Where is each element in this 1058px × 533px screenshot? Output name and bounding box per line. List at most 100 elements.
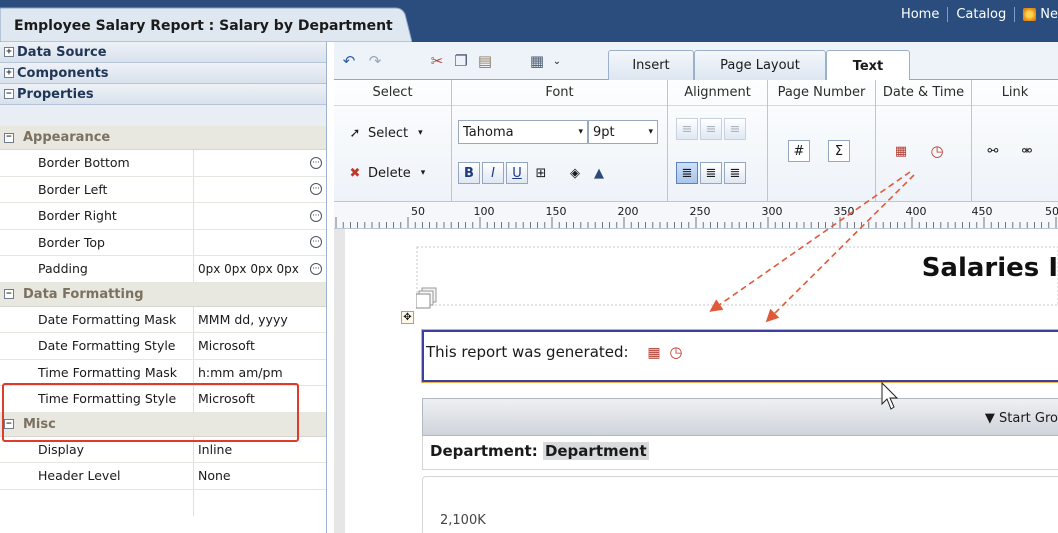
section-data-formatting[interactable]: − Data Formatting <box>0 282 326 307</box>
property-value[interactable]: ··· <box>194 177 326 203</box>
tab-insert[interactable]: Insert <box>608 50 694 80</box>
new-icon <box>1023 8 1037 21</box>
ellipsis-icon[interactable]: ··· <box>310 209 322 222</box>
property-row[interactable]: Time Formatting Mask h:mm am/pm <box>0 359 326 386</box>
property-name: Time Formatting Mask <box>0 359 194 385</box>
calendar-icon[interactable]: ▦ <box>890 140 912 162</box>
align-middle-icon[interactable]: ≡ <box>700 118 722 140</box>
start-group-toggle[interactable]: ▼ Start Gro <box>985 411 1058 426</box>
section-misc[interactable]: − Misc <box>0 412 326 437</box>
property-value[interactable]: None <box>194 463 326 489</box>
property-row[interactable]: Display Inline <box>0 436 326 463</box>
align-top-icon[interactable]: ≡ <box>676 118 698 140</box>
delete-button[interactable]: ✖ Delete ▾ <box>346 164 426 182</box>
title-bar: Employee Salary Report : Salary by Depar… <box>0 0 1058 42</box>
properties-grid: − Appearance Border Bottom ··· Border Le… <box>0 126 326 533</box>
section-appearance[interactable]: − Appearance <box>0 126 326 150</box>
accordion-data-source[interactable]: + Data Source <box>0 42 326 63</box>
bold-button[interactable]: B <box>458 162 480 184</box>
group-link: Link ⚯ ⚮ <box>972 80 1058 201</box>
property-value[interactable]: Inline <box>194 437 326 463</box>
paste-icon[interactable]: ▤ <box>476 52 494 70</box>
total-pages-icon[interactable]: Σ <box>828 140 850 162</box>
property-value[interactable]: 0px 0px 0px 0px ··· <box>194 256 326 282</box>
align-left-icon[interactable]: ≣ <box>676 162 698 184</box>
accordion-components[interactable]: + Components <box>0 63 326 84</box>
property-value[interactable]: ··· <box>194 150 326 176</box>
border-icon[interactable]: ⊞ <box>530 162 552 184</box>
chevron-down-icon[interactable]: ⌄ <box>548 52 566 70</box>
property-row[interactable]: Border Left ··· <box>0 176 326 203</box>
tab-text[interactable]: Text <box>826 50 910 81</box>
redo-icon[interactable]: ↷ <box>366 52 384 70</box>
clock-icon[interactable]: ◷ <box>669 343 682 361</box>
font-size-select[interactable]: 9pt ▾ <box>588 120 658 144</box>
property-value[interactable]: MMM dd, yyyy <box>194 307 326 333</box>
new-link[interactable]: Ne <box>1014 7 1058 22</box>
insert-grid-icon[interactable]: ▦ <box>528 52 546 70</box>
align-center-icon[interactable]: ≣ <box>700 162 722 184</box>
quick-access-toolbar: ↶ ↷ ✂ ❐ ▤ ▦ ⌄ Insert Page Layout Text <box>334 42 1058 81</box>
ruler-label: 400 <box>905 205 927 218</box>
calendar-icon[interactable]: ▦ <box>647 345 660 361</box>
ellipsis-icon[interactable]: ··· <box>310 156 322 169</box>
font-name-select[interactable]: Tahoma ▾ <box>458 120 588 144</box>
link-icon[interactable]: ⚯ <box>982 140 1004 162</box>
property-value[interactable]: ··· <box>194 203 326 229</box>
property-value[interactable]: Microsoft <box>194 333 326 359</box>
ruler-label: 250 <box>689 205 711 218</box>
ruler-label: 450 <box>971 205 993 218</box>
clock-icon[interactable]: ◷ <box>926 140 948 162</box>
fill-color-icon[interactable]: ◈ <box>564 162 586 184</box>
section-title: Misc <box>23 416 56 432</box>
property-row[interactable]: Date Formatting Mask MMM dd, yyyy <box>0 306 326 333</box>
accordion-label: Components <box>17 65 109 81</box>
report-title: Employee Salary Report : Salary by Depar… <box>14 18 393 34</box>
chart-container[interactable] <box>422 476 1058 533</box>
property-value[interactable]: Microsoft <box>194 386 326 412</box>
copy-icon[interactable]: ❐ <box>452 52 470 70</box>
ellipsis-icon[interactable]: ··· <box>310 183 322 196</box>
select-button[interactable]: ➚ Select ▾ <box>346 124 423 142</box>
group-title: Font <box>452 80 667 106</box>
generated-label: This report was generated: ▦ ◷ <box>426 343 683 361</box>
property-name: Border Top <box>0 229 194 255</box>
ellipsis-icon[interactable]: ··· <box>310 236 322 249</box>
property-value[interactable]: h:mm am/pm <box>194 360 326 386</box>
delete-icon: ✖ <box>349 165 361 181</box>
property-row[interactable]: Date Formatting Style Microsoft <box>0 333 326 360</box>
property-row[interactable]: Header Level None <box>0 463 326 490</box>
ellipsis-icon[interactable]: ··· <box>310 262 322 275</box>
home-link[interactable]: Home <box>893 7 947 22</box>
group-page-number: Page Number # Σ <box>768 80 876 201</box>
property-value[interactable]: ··· <box>194 230 326 256</box>
undo-icon[interactable]: ↶ <box>340 52 358 70</box>
department-field[interactable]: Department <box>542 442 649 460</box>
accordion-properties[interactable]: − Properties <box>0 84 326 105</box>
move-handle-icon[interactable]: ✥ <box>401 311 414 324</box>
property-row[interactable]: Time Formatting Style Microsoft <box>0 386 326 413</box>
remove-link-icon[interactable]: ⚮ <box>1016 140 1038 162</box>
font-color-icon[interactable]: ▲ <box>588 162 610 184</box>
property-row[interactable]: Padding 0px 0px 0px 0px ··· <box>0 256 326 283</box>
chevron-down-icon: ▾ <box>648 127 653 137</box>
group-header-bar <box>422 398 1058 436</box>
italic-button[interactable]: I <box>482 162 504 184</box>
collapse-icon: − <box>4 89 14 99</box>
page-number-icon[interactable]: # <box>788 140 810 162</box>
accordion-label: Properties <box>17 86 94 102</box>
top-links: Home Catalog Ne <box>893 7 1058 22</box>
align-right-icon[interactable]: ≣ <box>724 162 746 184</box>
property-row[interactable]: Border Top ··· <box>0 229 326 256</box>
tab-page-layout[interactable]: Page Layout <box>694 50 826 80</box>
ruler-label: 50 <box>411 205 425 218</box>
group-title: Page Number <box>768 80 875 106</box>
property-row[interactable]: Border Bottom ··· <box>0 150 326 177</box>
cut-icon[interactable]: ✂ <box>428 52 446 70</box>
collapse-icon: − <box>4 132 14 143</box>
catalog-link[interactable]: Catalog <box>947 7 1014 22</box>
stack-icon[interactable] <box>415 287 438 309</box>
align-bottom-icon[interactable]: ≡ <box>724 118 746 140</box>
property-row[interactable]: Border Right ··· <box>0 203 326 230</box>
underline-button[interactable]: U <box>506 162 528 184</box>
